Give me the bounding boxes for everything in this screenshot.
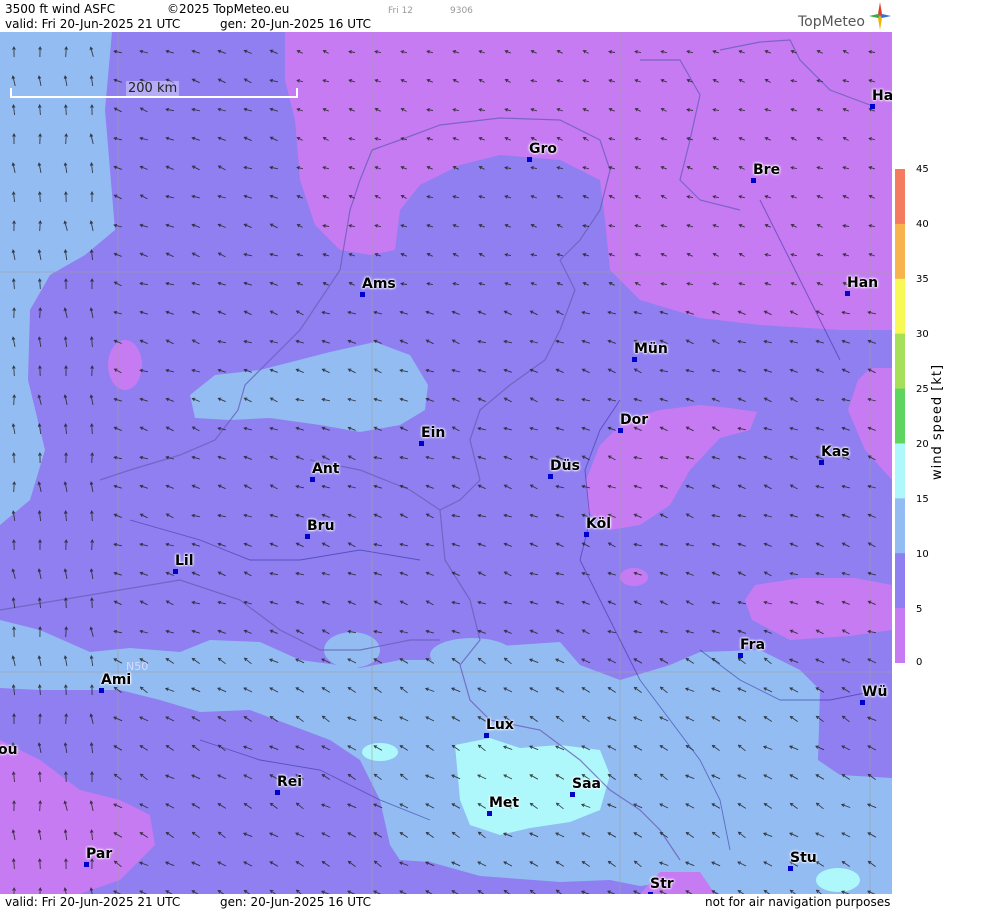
footer-valid-time: valid: Fri 20-Jun-2025 21 UTC [5,895,181,909]
city-dot [845,291,850,296]
wind-zone-15-20-southeast [816,868,860,892]
legend-swatch-5-10 [895,553,905,609]
city-label: Saa [572,776,601,792]
city-label: ou [0,742,18,758]
city-label: Ami [101,672,132,688]
city-dot [819,460,824,465]
scale-bar-tick-left [10,88,12,98]
scale-bar-tick-right [296,88,298,98]
city-dot [173,569,178,574]
city-dot [751,178,756,183]
product-code: 9306 [450,6,473,16]
legend-swatch-20-25 [895,388,905,444]
copyright: ©2025 TopMeteo.eu [167,2,290,16]
scale-bar-line [10,96,298,98]
city-label: Ams [362,276,396,292]
header-bar: 3500 ft wind ASFC ©2025 TopMeteo.eu Fri … [0,0,892,32]
valid-time: valid: Fri 20-Jun-2025 21 UTC [5,17,181,31]
legend-swatch-30-35 [895,278,905,335]
city-dot [360,292,365,297]
city-dot [310,477,315,482]
city-label: Bre [753,162,781,178]
legend-tick: 10 [916,549,929,560]
city-label: Wü [862,684,888,700]
legend-tick: 25 [916,384,929,395]
city-dot [527,157,532,162]
city-label: Fra [740,637,766,653]
wind-zone-10-15-patch-2 [430,638,514,672]
city-dot [275,790,280,795]
city-dot [419,441,424,446]
city-label: Ha [872,88,892,104]
wind-zone-15-20-patch [362,743,398,761]
city-label: Lux [486,717,514,733]
city-label: Stu [790,850,817,866]
legend-swatch-25-30 [895,333,905,390]
city-dot [632,357,637,362]
legend-tick: 35 [916,274,929,285]
product-title: 3500 ft wind ASFC [5,2,116,16]
footer-bar: valid: Fri 20-Jun-2025 21 UTC gen: 20-Ju… [0,894,892,909]
city-dot [870,104,875,109]
wind-map[interactable]: 200 km N50 Gro Bre Ha Ams Han Mün Ein Do… [0,32,892,894]
city-label: Düs [550,458,580,474]
city-dot [305,534,310,539]
wind-zone-0-5-spot [620,568,648,586]
legend-tick: 30 [916,329,929,340]
city-label: Str [650,876,674,892]
city-label: Köl [586,516,612,532]
day-label: Fri 12 [388,6,414,16]
legend-swatch-10-15 [895,498,905,554]
legend-tick: 0 [916,657,923,668]
legend-tick: 20 [916,439,929,450]
city-label: Gro [529,141,558,157]
legend-tick: 5 [916,604,923,615]
legend-tick: 40 [916,219,929,230]
city-label: Par [86,846,113,862]
wind-zone-0-5-channel [108,340,142,390]
wind-speed-legend: 45 40 35 30 25 20 15 10 5 0 wind speed [… [892,0,983,909]
city-dot [738,653,743,658]
city-label: Kas [821,444,850,460]
footer-generated-time: gen: 20-Jun-2025 16 UTC [220,895,372,909]
scale-bar: 200 km [10,81,298,102]
city-dot [84,862,89,867]
logo-text: TopMeteo [798,14,865,30]
city-dot [788,866,793,871]
city-label: Mün [634,341,668,357]
legend-swatch-15-20 [895,443,905,499]
city-dot [860,700,865,705]
legend-tick: 15 [916,494,929,505]
city-label: Bru [307,518,335,534]
city-label: Ein [421,425,446,441]
compass-star-icon [869,2,891,30]
city-dot [487,811,492,816]
legend-swatch-0-5 [895,608,905,663]
city-dot [570,792,575,797]
city-label: Han [847,275,879,291]
city-label: Met [489,795,520,811]
city-dot [484,733,489,738]
legend-tick: 45 [916,164,929,175]
city-label: Rei [277,774,303,790]
city-label: Ant [312,461,340,477]
legend-swatch-35-40 [895,223,905,280]
city-dot [548,474,553,479]
legend-title: wind speed [kt] [930,363,945,480]
topmeteo-logo[interactable]: TopMeteo [797,2,892,32]
city-dot [584,532,589,537]
legend-swatch-40-45 [895,169,905,225]
city-dot [99,688,104,693]
city-dot [618,428,623,433]
generated-time: gen: 20-Jun-2025 16 UTC [220,17,372,31]
city-label: Lil [175,553,194,569]
city-label: Dor [620,412,649,428]
color-scale [895,169,905,663]
footer-disclaimer: not for air navigation purposes [705,895,891,909]
scale-bar-label: 200 km [126,81,180,96]
